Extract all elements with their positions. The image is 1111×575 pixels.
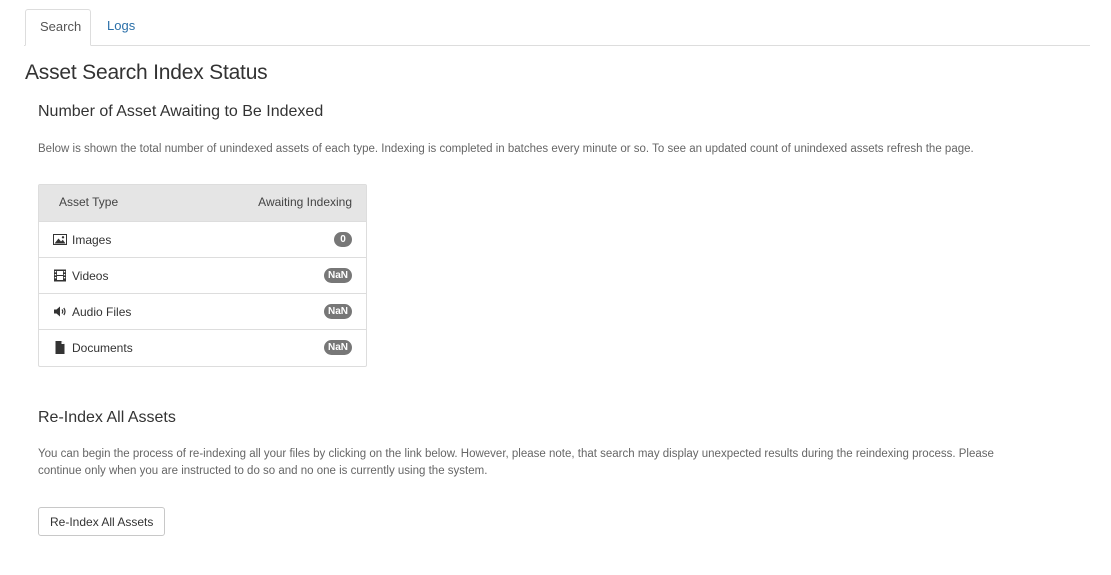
page: Search Logs Asset Search Index Status Nu…: [0, 0, 1111, 575]
count-badge: NaN: [323, 340, 352, 355]
asset-table: Asset Type Awaiting Indexing Images 0 Vi…: [38, 184, 367, 367]
asset-type-label: Videos: [72, 269, 109, 283]
awaiting-description: Below is shown the total number of unind…: [38, 143, 974, 155]
table-row-audio-files: Audio Files NaN: [39, 293, 366, 329]
count-badge: NaN: [323, 304, 352, 319]
awaiting-heading: Number of Asset Awaiting to Be Indexed: [38, 103, 324, 120]
column-header-awaiting-indexing: Awaiting Indexing: [258, 195, 352, 209]
reindex-all-assets-button[interactable]: Re-Index All Assets: [38, 507, 166, 536]
count-badge: 0: [334, 232, 352, 247]
column-header-asset-type: Asset Type: [59, 195, 119, 209]
table-row-images: Images 0: [39, 221, 366, 257]
count-badge: NaN: [323, 268, 352, 283]
tab-search[interactable]: Search: [25, 9, 91, 46]
reindex-description: You can begin the process of re-indexing…: [38, 448, 994, 477]
tab-bar: Search Logs: [24, 9, 1090, 46]
volume-icon: [53, 305, 67, 318]
page-title: Asset Search Index Status: [25, 61, 268, 84]
reindex-heading: Re-Index All Assets: [38, 409, 176, 426]
image-icon: [53, 233, 67, 246]
film-icon: [53, 269, 67, 282]
asset-type-label: Audio Files: [72, 305, 132, 319]
table-row-documents: Documents NaN: [39, 329, 366, 366]
asset-type-label: Documents: [72, 341, 133, 355]
table-row-videos: Videos NaN: [39, 257, 366, 293]
tab-logs[interactable]: Logs: [93, 9, 149, 45]
asset-type-label: Images: [72, 233, 112, 247]
file-icon: [53, 341, 67, 354]
table-header: Asset Type Awaiting Indexing: [39, 185, 366, 221]
